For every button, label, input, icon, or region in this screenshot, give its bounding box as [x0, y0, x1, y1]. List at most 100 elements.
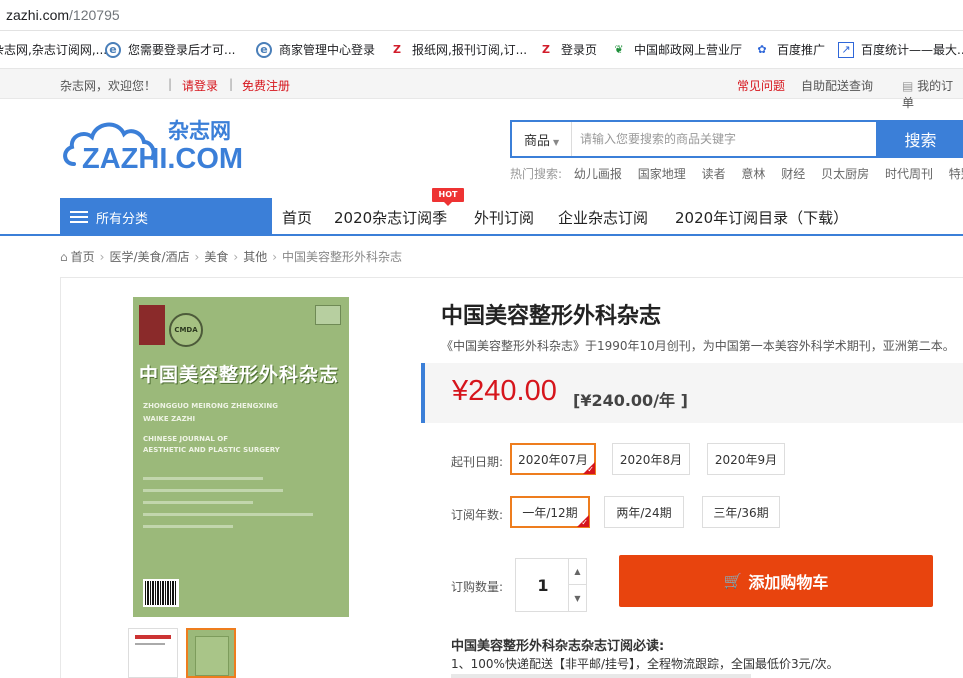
cover-text-line — [143, 513, 313, 516]
ie-icon: e — [256, 41, 272, 58]
site-topbar: 杂志网，欢迎您！ | 请登录 | 免费注册 常见问题 自助配送查询 ▤ 我的订单 — [0, 69, 963, 110]
period-option[interactable]: 两年/24期 — [604, 496, 684, 528]
orders-link[interactable]: ▤ 我的订单 — [902, 77, 963, 111]
quantity-input[interactable]: 1 — [516, 559, 570, 611]
nav-subscription-season[interactable]: 2020杂志订阅季 — [334, 207, 447, 228]
login-link[interactable]: 请登录 — [182, 77, 218, 94]
logo-cn-text: 杂志网 — [168, 119, 231, 143]
period-label: 订阅年数: — [451, 508, 504, 522]
hot-search: 热门搜索: 幼儿画报 国家地理 读者 意林 财经 贝太厨房 时代周刊 特别关注 — [510, 165, 963, 182]
thumbnail-mark — [135, 643, 165, 645]
cover-pinyin: ZHONGGUO MEIRONG ZHENGXING WAIKE ZAZHI — [143, 400, 278, 426]
notice-line-cutoff — [451, 674, 751, 678]
chevron-down-icon[interactable]: ▼ — [568, 585, 586, 611]
product-price: ¥240.00 — [452, 375, 557, 407]
price-per-year: [¥240.00/年 ] — [573, 391, 688, 410]
bookmarks-bar: 杂志网,杂志订阅网,... e 您需要登录后才可... e 商家管理中心登录 Z 报纸… — [0, 31, 963, 69]
add-to-cart-label: 添加购物车 — [748, 573, 829, 592]
bookmark-label: 您需要登录后才可... — [128, 43, 236, 57]
hot-search-link[interactable]: 意林 — [741, 167, 765, 181]
breadcrumb-item[interactable]: 首页 — [71, 250, 95, 264]
bookmark-item[interactable]: ✿ 百度推广 — [754, 41, 825, 58]
option-label: 两年/24期 — [616, 505, 672, 520]
start-date-option-selected[interactable]: 2020年07月 ✓ — [510, 443, 596, 475]
hot-search-link[interactable]: 财经 — [781, 167, 805, 181]
cover-text-line — [143, 501, 253, 504]
hot-badge: HOT — [432, 188, 464, 206]
bookmark-item[interactable]: ↗ 百度统计——最大... — [838, 41, 963, 58]
nav-catalog-download[interactable]: 2020年订阅目录（下载） — [675, 207, 848, 228]
site-logo[interactable]: 杂志网 ZAZHI.COM — [60, 114, 250, 175]
chevron-right-icon: › — [233, 250, 239, 264]
cover-english: CHINESE JOURNAL OF AESTHETIC AND PLASTIC … — [143, 434, 280, 456]
period-option-selected[interactable]: 一年/12期 ✓ — [510, 496, 590, 528]
start-date-option[interactable]: 2020年9月 — [707, 443, 785, 475]
thumbnail-active[interactable] — [186, 628, 236, 678]
divider: | — [229, 77, 234, 91]
hot-search-link[interactable]: 读者 — [702, 167, 726, 181]
bookmark-item[interactable]: Z 报纸网,报刊订阅,订... — [389, 41, 527, 58]
bookmark-item[interactable]: Z 登录页 — [538, 41, 597, 58]
bookmark-label: 百度推广 — [777, 43, 826, 57]
register-link[interactable]: 免费注册 — [242, 77, 290, 94]
breadcrumb: ⌂ 首页 › 医学/美食/酒店 › 美食 › 其他 › 中国美容整形外科杂志 — [60, 248, 402, 265]
all-categories-button[interactable]: 所有分类 — [60, 198, 272, 236]
nav-enterprise-magazines[interactable]: 企业杂志订阅 — [558, 207, 648, 228]
notice-line: 1、100%快递配送【非平邮/挂号】，全程物流跟踪，全国最低价3元/次。 — [451, 657, 839, 671]
barcode — [143, 579, 179, 607]
thumbnail[interactable] — [128, 628, 178, 678]
cover-text-line — [143, 477, 263, 480]
nav-home[interactable]: 首页 — [282, 207, 312, 228]
z-logo-icon: Z — [393, 43, 401, 56]
add-to-cart-button[interactable]: 🛒 添加购物车 — [619, 555, 933, 607]
cloud-logo-icon: 杂志网 ZAZHI.COM — [63, 119, 243, 175]
cart-icon: 🛒 — [723, 572, 743, 590]
chevron-right-icon: › — [194, 250, 200, 264]
bookmark-item[interactable]: e 商家管理中心登录 — [256, 41, 375, 58]
breadcrumb-item[interactable]: 其他 — [243, 250, 267, 264]
search-button[interactable]: 搜索 — [876, 120, 963, 158]
cover-text-line — [143, 525, 233, 528]
period-option[interactable]: 三年/36期 — [702, 496, 780, 528]
nav-foreign-magazines[interactable]: 外刊订阅 — [474, 207, 534, 228]
hot-search-link[interactable]: 贝太厨房 — [821, 167, 869, 181]
chevron-right-icon: › — [272, 250, 278, 264]
quantity-stepper: 1 ▲ ▼ — [515, 558, 587, 612]
cmda-seal-icon: CMDA — [169, 313, 203, 347]
hot-search-link[interactable]: 特别关注 — [949, 167, 963, 181]
cover-english-line: AESTHETIC AND PLASTIC SURGERY — [143, 446, 280, 454]
faq-link[interactable]: 常见问题 — [737, 77, 785, 94]
cover-title: 中国美容整形外科杂志 — [139, 364, 340, 386]
hot-search-link[interactable]: 幼儿画报 — [574, 167, 622, 181]
chevron-right-icon: › — [99, 250, 105, 264]
url-text[interactable]: zazhi.com/120795 — [6, 7, 120, 23]
address-bar[interactable]: zazhi.com/120795 — [0, 0, 963, 31]
breadcrumb-item[interactable]: 医学/美食/酒店 — [109, 250, 189, 264]
welcome-text: 杂志网，欢迎您！ — [60, 79, 157, 93]
home-icon: ⌂ — [60, 250, 68, 264]
bookmark-item[interactable]: ❦ 中国邮政网上营业厅 — [611, 41, 742, 58]
chevron-up-icon[interactable]: ▲ — [568, 559, 586, 585]
product-cover-image[interactable]: CMDA 中国美容整形外科杂志 ZHONGGUO MEIRONG ZHENGXI… — [133, 297, 349, 617]
delivery-query-link[interactable]: 自助配送查询 — [801, 77, 873, 94]
notice-title: 中国美容整形外科杂志杂志订阅必读: — [451, 639, 665, 654]
hot-search-link[interactable]: 国家地理 — [638, 167, 686, 181]
thumbnail-mark — [135, 635, 171, 639]
start-date-option[interactable]: 2020年8月 — [612, 443, 690, 475]
url-host: zazhi.com — [6, 7, 70, 23]
option-label: 三年/36期 — [713, 505, 769, 520]
search-category-label: 商品 — [524, 134, 551, 149]
cover-pinyin-line: WAIKE ZAZHI — [143, 415, 196, 423]
search-input[interactable] — [580, 128, 870, 150]
breadcrumb-item[interactable]: 美食 — [204, 250, 228, 264]
bookmark-label: 商家管理中心登录 — [279, 43, 376, 57]
bookmark-label: 百度统计——最大... — [861, 43, 963, 57]
cover-english-line: CHINESE JOURNAL OF — [143, 435, 229, 443]
all-categories-label: 所有分类 — [96, 211, 149, 227]
ie-icon: e — [105, 41, 121, 58]
cover-ribbon — [139, 305, 165, 345]
bookmark-item[interactable]: 杂志网,杂志订阅网,... — [0, 41, 107, 58]
search-category-select[interactable]: 商品 ▼ — [512, 122, 572, 156]
hot-search-link[interactable]: 时代周刊 — [885, 167, 933, 181]
bookmark-item[interactable]: e 您需要登录后才可... — [105, 41, 235, 58]
